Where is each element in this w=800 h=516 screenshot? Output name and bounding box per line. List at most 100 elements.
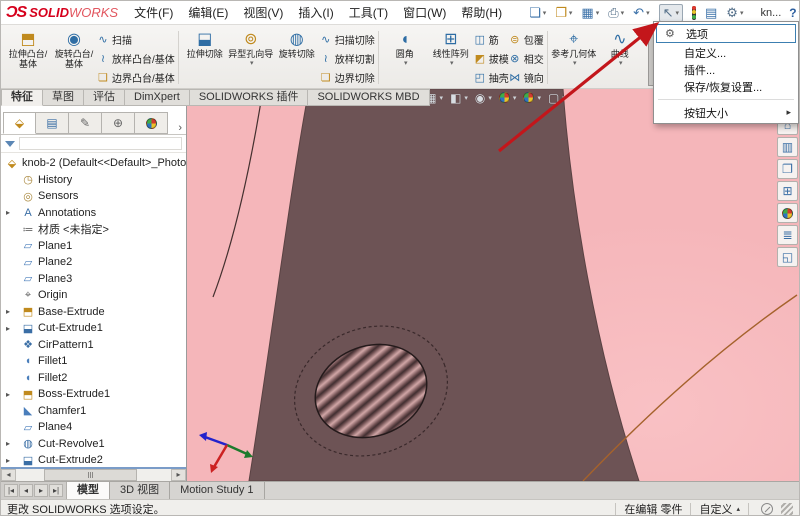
- tab-features[interactable]: 特征: [1, 89, 43, 106]
- tree-item-origin[interactable]: ⌖Origin: [1, 287, 186, 304]
- scroll-left-button[interactable]: ◂: [1, 469, 16, 481]
- panel-flyout-arrow[interactable]: ›: [178, 122, 182, 134]
- display-style-button[interactable]: ◧▾: [450, 91, 468, 105]
- expand-arrow-icon[interactable]: ▸: [6, 324, 10, 333]
- tab-motion-study[interactable]: Motion Study 1: [170, 482, 264, 499]
- curves-button[interactable]: ∿曲线▾: [597, 27, 643, 88]
- resize-grip[interactable]: [781, 503, 793, 515]
- reference-geometry-button[interactable]: ⌖参考几何体▾: [551, 27, 597, 88]
- revolved-cut-button[interactable]: ◍旋转切除: [274, 27, 320, 88]
- chevron-down-icon[interactable]: ▾: [488, 94, 492, 102]
- tree-item-fillet2[interactable]: ◖Fillet2: [1, 370, 186, 387]
- menu-item-customize[interactable]: 自定义...: [655, 44, 797, 61]
- rib-button[interactable]: ◫筋: [474, 32, 509, 47]
- tree-item-sensors[interactable]: ◎Sensors: [1, 188, 186, 205]
- custom-properties-button[interactable]: ≣: [777, 225, 798, 245]
- swept-boss-button[interactable]: ∿扫描: [97, 32, 175, 47]
- scroll-right-button[interactable]: ▸: [171, 469, 186, 481]
- hide-show-items-button[interactable]: ◉▾: [475, 91, 492, 105]
- displaymanager-tab[interactable]: [135, 112, 168, 134]
- model-view[interactable]: [187, 89, 800, 481]
- prev-tab-button[interactable]: ◂: [19, 484, 33, 497]
- hole-wizard-button[interactable]: ⊚异型孔向导▾: [228, 27, 274, 88]
- menu-item-save-restore-settings[interactable]: 保存/恢复设置...: [655, 78, 797, 95]
- tab-3d-views[interactable]: 3D 视图: [110, 482, 170, 499]
- rebuild-traffic-light-icon[interactable]: [692, 6, 696, 20]
- chevron-down-icon[interactable]: ▾: [513, 94, 517, 102]
- menu-help[interactable]: 帮助(H): [461, 4, 502, 21]
- chevron-down-icon[interactable]: ▾: [250, 59, 254, 67]
- first-tab-button[interactable]: |◂: [4, 484, 18, 497]
- menu-edit[interactable]: 编辑(E): [188, 4, 228, 21]
- tab-addins[interactable]: SOLIDWORKS 插件: [190, 89, 309, 106]
- chevron-down-icon[interactable]: ▾: [543, 9, 547, 17]
- linear-pattern-button[interactable]: ⊞线性阵列▾: [428, 27, 474, 88]
- menu-item-addins[interactable]: 插件...: [655, 61, 797, 78]
- menu-item-options[interactable]: ⚙ 选项: [656, 24, 796, 43]
- lofted-boss-button[interactable]: ≀放样凸台/基体: [97, 51, 175, 66]
- fillet-button[interactable]: ◖圆角▾: [382, 27, 428, 88]
- edit-appearance-button[interactable]: ▾: [499, 92, 517, 103]
- graphics-viewport[interactable]: ⌕ ⊡ ↺ ◫ ▦▾ ◧▾ ◉▾ ▾ ▾ ▢▾ ⌂ ▥ ❐ ⊞ ≣ ◱: [187, 89, 800, 481]
- chevron-down-icon[interactable]: ▾: [619, 59, 623, 67]
- menu-file[interactable]: 文件(F): [134, 4, 173, 21]
- tree-item-plane1[interactable]: ▱Plane1: [1, 238, 186, 255]
- tree-item-cut-revolve1[interactable]: ▸◍Cut-Revolve1: [1, 436, 186, 453]
- chevron-down-icon[interactable]: ▾: [450, 59, 454, 67]
- quick-tips-icon[interactable]: [761, 503, 773, 515]
- tab-model[interactable]: 模型: [67, 482, 110, 499]
- print-button[interactable]: ⎙▾: [608, 5, 624, 21]
- chevron-down-icon[interactable]: ▾: [573, 59, 577, 67]
- menu-view[interactable]: 视图(V): [243, 4, 283, 21]
- custom-status-dropdown[interactable]: 自定义: [699, 501, 732, 516]
- file-explorer-button[interactable]: ❐: [777, 159, 798, 179]
- tree-item-plane4[interactable]: ▱Plane4: [1, 419, 186, 436]
- configurationmanager-tab[interactable]: ✎: [69, 112, 102, 134]
- tab-sketch[interactable]: 草图: [43, 89, 84, 106]
- tree-item-cirpattern1[interactable]: ❖CirPattern1: [1, 337, 186, 354]
- tree-item-fillet1[interactable]: ◖Fillet1: [1, 353, 186, 370]
- tree-item-boss-extrude1[interactable]: ▸⬒Boss-Extrude1: [1, 386, 186, 403]
- panel-horizontal-scrollbar[interactable]: ◂ ▸: [1, 467, 186, 481]
- tree-item-root[interactable]: ⬙knob-2 (Default<<Default>_PhotoWor: [1, 155, 186, 172]
- expand-arrow-icon[interactable]: ▸: [6, 390, 10, 399]
- last-tab-button[interactable]: ▸|: [49, 484, 63, 497]
- shell-button[interactable]: ◰抽壳: [474, 70, 509, 85]
- boundary-cut-button[interactable]: ❏边界切除: [320, 70, 375, 85]
- chevron-down-icon[interactable]: ▾: [562, 94, 566, 102]
- chevron-down-icon[interactable]: ▾: [537, 94, 541, 102]
- options-button[interactable]: ⚙▾: [726, 5, 743, 21]
- chevron-down-icon[interactable]: ▾: [675, 9, 679, 17]
- forum-button[interactable]: ◱: [777, 247, 798, 267]
- select-tool-button[interactable]: ↖▾: [659, 4, 683, 22]
- tree-item-history[interactable]: ◷History: [1, 172, 186, 189]
- propertymanager-tab[interactable]: ▤: [36, 112, 69, 134]
- swept-cut-button[interactable]: ∿扫描切除: [320, 32, 375, 47]
- tree-item-base-extrude[interactable]: ▸⬒Base-Extrude: [1, 304, 186, 321]
- scrollbar-track[interactable]: [16, 469, 171, 481]
- design-library-button[interactable]: ▥: [777, 137, 798, 157]
- expand-arrow-icon[interactable]: ▸: [6, 208, 10, 217]
- new-document-button[interactable]: ❏▾: [529, 5, 546, 21]
- chevron-down-icon[interactable]: ▾: [404, 59, 408, 67]
- menu-insert[interactable]: 插入(I): [298, 4, 333, 21]
- undo-button[interactable]: ↶▾: [633, 5, 649, 21]
- expand-arrow-icon[interactable]: ▸: [6, 456, 10, 465]
- menu-tools[interactable]: 工具(T): [349, 4, 388, 21]
- chevron-down-icon[interactable]: ▾: [440, 94, 444, 102]
- tree-item-cut-extrude1[interactable]: ▸⬓Cut-Extrude1: [1, 320, 186, 337]
- expand-arrow-icon[interactable]: ▸: [6, 439, 10, 448]
- featuremanager-tree-tab[interactable]: ⬙: [3, 112, 36, 134]
- filter-input[interactable]: [19, 137, 182, 150]
- chevron-down-icon[interactable]: ▾: [646, 9, 650, 17]
- mirror-button[interactable]: ⋈镜向: [509, 70, 544, 85]
- chevron-down-icon[interactable]: ▾: [596, 9, 600, 17]
- tree-item-annotations[interactable]: ▸AAnnotations: [1, 205, 186, 222]
- appearances-button[interactable]: [777, 203, 798, 223]
- apply-scene-button[interactable]: ▾: [523, 92, 541, 103]
- wrap-button[interactable]: ⊜包覆: [509, 32, 544, 47]
- chevron-down-icon[interactable]: ▾: [464, 94, 468, 102]
- revolved-boss-button[interactable]: ◉旋转凸台/基体: [51, 27, 97, 88]
- extruded-boss-button[interactable]: ⬒拉伸凸台/基体: [5, 27, 51, 88]
- tree-item-plane3[interactable]: ▱Plane3: [1, 271, 186, 288]
